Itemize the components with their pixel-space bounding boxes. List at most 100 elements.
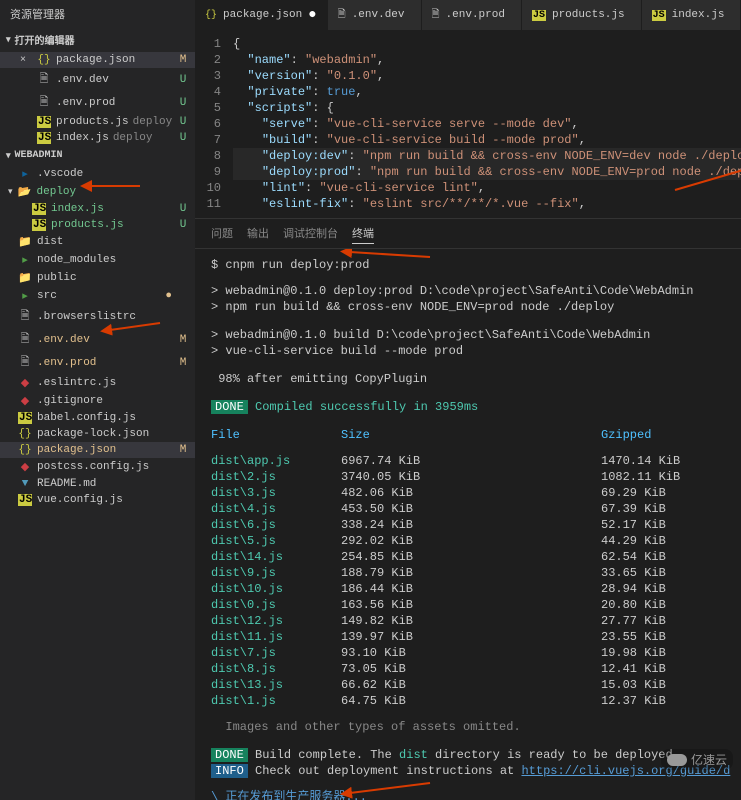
open-editor-item[interactable]: 🗎.env.prodU: [0, 91, 195, 114]
code-line[interactable]: "eslint-fix": "eslint src/**/**/*.vue --…: [233, 196, 741, 212]
file-label: public: [37, 272, 172, 284]
file-tree-item[interactable]: JSindex.jsU: [0, 201, 195, 217]
terminal-tab[interactable]: 终端: [352, 223, 374, 244]
editor-tab[interactable]: JSproducts.js: [522, 0, 642, 30]
file-label: vue.config.js: [37, 494, 172, 506]
code-line[interactable]: "serve": "vue-cli-service serve --mode d…: [233, 116, 741, 132]
file-tree-item[interactable]: ◆.eslintrc.js: [0, 374, 195, 392]
code-line[interactable]: "build": "vue-cli-service build --mode p…: [233, 132, 741, 148]
build-file-row: dist\14.js254.85 KiB62.54 KiB: [211, 549, 741, 565]
table-header: File Size Gzipped: [211, 427, 741, 443]
open-editor-item[interactable]: 🗎.env.devU: [0, 68, 195, 91]
file-tree-item[interactable]: ▾📂deploy: [0, 183, 195, 201]
terminal-prompt: $ cnpm run deploy:prod: [211, 257, 741, 273]
terminal[interactable]: $ cnpm run deploy:prod > webadmin@0.1.0 …: [195, 249, 741, 800]
file-label: .vscode: [37, 168, 172, 180]
tab-label: index.js: [672, 9, 725, 21]
open-editor-item[interactable]: JSindex.jsdeployU: [0, 130, 195, 146]
open-editor-item[interactable]: ×{}package.jsonM: [0, 52, 195, 68]
build-file-row: dist\10.js186.44 KiB28.94 KiB: [211, 581, 741, 597]
file-label: src: [37, 290, 160, 302]
file-label: package-lock.json: [37, 428, 172, 440]
code-line[interactable]: {: [233, 36, 741, 52]
file-tree-item[interactable]: {}package-lock.json: [0, 426, 195, 442]
build-file-row: dist\2.js3740.05 KiB1082.11 KiB: [211, 469, 741, 485]
code-editor[interactable]: 1234567891011 { "name": "webadmin", "ver…: [195, 30, 741, 218]
compile-done: DONE Compiled successfully in 3959ms: [211, 399, 741, 415]
code-line[interactable]: "deploy:dev": "npm run build && cross-en…: [233, 148, 741, 164]
editor-tabs: {}package.json●🗎.env.dev🗎.env.prodJSprod…: [195, 0, 741, 30]
file-label: products.js: [51, 219, 172, 231]
project-header[interactable]: ▾ WEBADMIN: [0, 146, 195, 165]
file-label: index.jsdeploy: [56, 132, 172, 144]
file-label: .gitignore: [37, 395, 172, 407]
cloud-icon: [667, 754, 687, 766]
editor-tab[interactable]: {}package.json●: [195, 0, 328, 30]
file-label: .env.prod: [37, 357, 172, 369]
file-tree-item[interactable]: 🗎.env.prodM: [0, 351, 195, 374]
open-editor-item[interactable]: JSproducts.jsdeployU: [0, 114, 195, 130]
file-tree-item[interactable]: 🗎.browserslistrc: [0, 305, 195, 328]
build-file-row: dist\12.js149.82 KiB27.77 KiB: [211, 613, 741, 629]
open-editors-header[interactable]: ▾ 打开的编辑器: [0, 28, 195, 52]
terminal-output: > webadmin@0.1.0 deploy:prod D:\code\pro…: [211, 283, 741, 299]
code-line[interactable]: "version": "0.1.0",: [233, 68, 741, 84]
close-icon[interactable]: ×: [20, 55, 32, 66]
file-tree-item[interactable]: ▸.vscode: [0, 165, 195, 183]
file-tree-item[interactable]: JSvue.config.js: [0, 492, 195, 508]
deploying-line: \ 正在发布到生产服务器...: [211, 789, 741, 800]
file-label: dist: [37, 236, 172, 248]
file-tree-item[interactable]: 📁public: [0, 269, 195, 287]
editor-tab[interactable]: 🗎.env.dev: [328, 0, 422, 30]
git-status: M: [177, 357, 189, 369]
terminal-output: > vue-cli-service build --mode prod: [211, 343, 741, 359]
git-status: U: [177, 203, 189, 215]
file-label: .env.dev: [37, 334, 172, 346]
open-editors-label: 打开的编辑器: [15, 32, 75, 48]
tab-label: package.json: [223, 9, 302, 21]
file-tree-item[interactable]: ▸src●: [0, 287, 195, 305]
file-tree-item[interactable]: ▸node_modules: [0, 251, 195, 269]
file-label: products.jsdeploy: [56, 116, 172, 128]
git-status: U: [177, 97, 189, 109]
terminal-tabs: 问题输出调试控制台终端: [195, 218, 741, 249]
file-tree-item[interactable]: ◆.gitignore: [0, 392, 195, 410]
build-file-row: dist\9.js188.79 KiB33.65 KiB: [211, 565, 741, 581]
editor-tab[interactable]: JSindex.js: [642, 0, 741, 30]
code-line[interactable]: "private": true,: [233, 84, 741, 100]
file-tree-item[interactable]: {}package.jsonM: [0, 442, 195, 458]
done-msg: Compiled successfully in 3959ms: [248, 400, 478, 414]
build-file-row: dist\7.js93.10 KiB19.98 KiB: [211, 645, 741, 661]
terminal-tab[interactable]: 调试控制台: [283, 223, 338, 244]
file-tree-item[interactable]: 🗎.env.devM: [0, 328, 195, 351]
git-status: U: [177, 74, 189, 86]
file-tree-item[interactable]: JSbabel.config.js: [0, 410, 195, 426]
file-label: node_modules: [37, 254, 172, 266]
code-line[interactable]: "deploy:prod": "npm run build && cross-e…: [233, 164, 741, 180]
file-tree-item[interactable]: 📁dist: [0, 233, 195, 251]
sidebar: 资源管理器 ▾ 打开的编辑器 ×{}package.jsonM🗎.env.dev…: [0, 0, 195, 800]
terminal-tab[interactable]: 问题: [211, 223, 233, 244]
file-label: .eslintrc.js: [37, 377, 172, 389]
git-status: M: [177, 444, 189, 456]
file-tree-item[interactable]: ▼README.md: [0, 476, 195, 492]
file-label: index.js: [51, 203, 172, 215]
code-line[interactable]: "name": "webadmin",: [233, 52, 741, 68]
file-label: .browserslistrc: [37, 311, 172, 323]
build-file-row: dist\app.js6967.74 KiB1470.14 KiB: [211, 453, 741, 469]
header-size: Size: [341, 427, 601, 443]
header-gzip: Gzipped: [601, 427, 651, 443]
code-line[interactable]: "lint": "vue-cli-service lint",: [233, 180, 741, 196]
code-line[interactable]: "scripts": {: [233, 100, 741, 116]
tab-label: .env.dev: [352, 9, 405, 21]
explorer-title: 资源管理器: [0, 0, 195, 28]
build-file-row: dist\3.js482.06 KiB69.29 KiB: [211, 485, 741, 501]
file-tree-item[interactable]: ◆postcss.config.js: [0, 458, 195, 476]
file-label: .env.dev: [56, 74, 172, 86]
file-tree-item[interactable]: JSproducts.jsU: [0, 217, 195, 233]
editor-tab[interactable]: 🗎.env.prod: [422, 0, 522, 30]
terminal-tab[interactable]: 输出: [247, 223, 269, 244]
git-status: U: [177, 116, 189, 128]
header-file: File: [211, 427, 341, 443]
build-file-row: dist\6.js338.24 KiB52.17 KiB: [211, 517, 741, 533]
